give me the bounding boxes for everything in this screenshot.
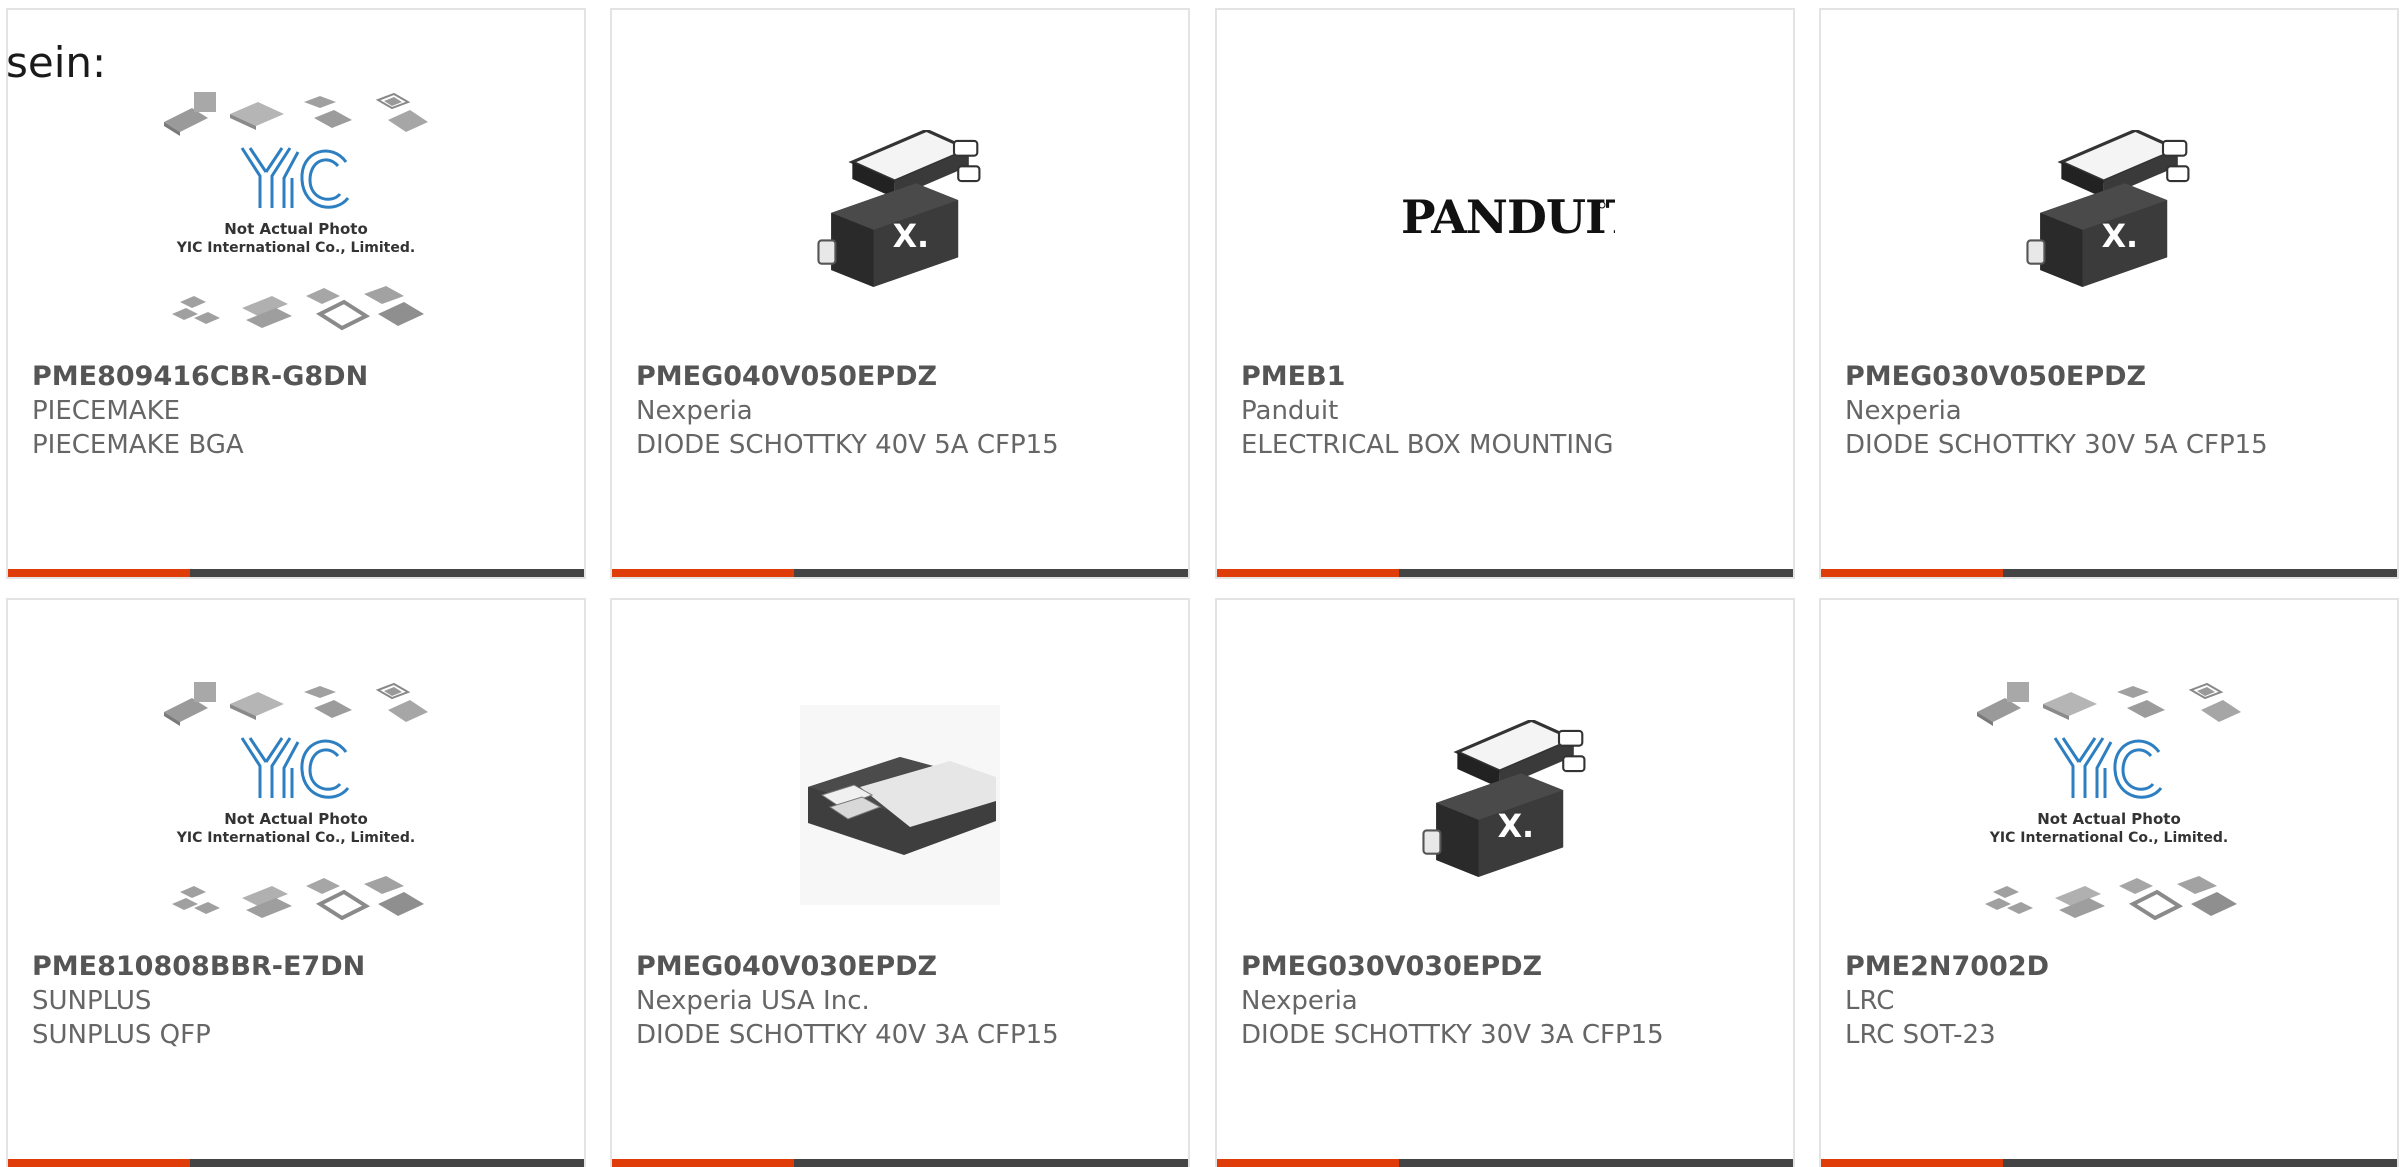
part-number[interactable]: PME809416CBR-G8DN [32, 360, 564, 394]
cfp15-package-image [800, 705, 1000, 905]
card-bottom-bar [1821, 1159, 2397, 1167]
placeholder-line1: Not Actual Photo [224, 810, 368, 828]
manufacturer: LRC [1845, 986, 1895, 1016]
part-number[interactable]: PMEG030V050EPDZ [1845, 360, 2377, 394]
card-accent-bar [612, 569, 794, 577]
nexperia-diode-image [1421, 720, 1586, 879]
description: DIODE SCHOTTKY 40V 3A CFP15 [636, 1020, 1059, 1050]
product-grid-page: sein: Not Actual Photo YIC International… [0, 0, 2400, 1167]
description: LRC SOT-23 [1845, 1020, 1996, 1050]
placeholder-line2: YIC International Co., Limited. [176, 830, 415, 846]
part-number[interactable]: PMEG040V050EPDZ [636, 360, 1168, 394]
part-number[interactable]: PME2N7002D [1845, 950, 2377, 984]
manufacturer: Nexperia USA Inc. [636, 986, 870, 1016]
placeholder-line1: Not Actual Photo [2037, 810, 2181, 828]
product-image[interactable] [612, 80, 1188, 350]
placeholder-line2: YIC International Co., Limited. [1989, 830, 2228, 846]
manufacturer: Panduit [1241, 396, 1339, 426]
card-bottom-bar [8, 569, 584, 577]
card-bottom-bar [8, 1159, 584, 1167]
yic-placeholder-image: Not Actual Photo YIC International Co., … [163, 681, 429, 920]
description: PIECEMAKE BGA [32, 430, 244, 460]
product-image[interactable]: Not Actual Photo YIC International Co., … [8, 80, 584, 350]
product-image[interactable]: Not Actual Photo YIC International Co., … [1821, 670, 2397, 940]
product-card[interactable]: PMEG030V030EPDZ Nexperia DIODE SCHOTTKY … [1215, 598, 1795, 1167]
part-number[interactable]: PME810808BBR-E7DN [32, 950, 564, 984]
card-bottom-bar [612, 1159, 1188, 1167]
panduit-logo-image: PANDUIT [1401, 190, 1615, 244]
product-card[interactable]: Not Actual Photo YIC International Co., … [6, 8, 586, 579]
description: DIODE SCHOTTKY 30V 5A CFP15 [1845, 430, 2268, 460]
manufacturer: PIECEMAKE [32, 396, 181, 426]
manufacturer: SUNPLUS [32, 986, 152, 1016]
part-number[interactable]: PMEG040V030EPDZ [636, 950, 1168, 984]
card-bottom-bar [1821, 569, 2397, 577]
product-image[interactable] [612, 670, 1188, 940]
placeholder-line1: Not Actual Photo [224, 220, 368, 238]
manufacturer: Nexperia [1845, 396, 1962, 426]
product-card[interactable]: PMEG040V050EPDZ Nexperia DIODE SCHOTTKY … [610, 8, 1190, 579]
placeholder-line2: YIC International Co., Limited. [176, 240, 415, 256]
product-card[interactable]: PANDUIT PMEB1 Panduit ELECTRICAL BOX MOU… [1215, 8, 1795, 579]
part-number[interactable]: PMEG030V030EPDZ [1241, 950, 1773, 984]
yic-placeholder-image: Not Actual Photo YIC International Co., … [1976, 681, 2242, 920]
description: DIODE SCHOTTKY 40V 5A CFP15 [636, 430, 1059, 460]
description: DIODE SCHOTTKY 30V 3A CFP15 [1241, 1020, 1664, 1050]
card-accent-bar [1217, 1159, 1399, 1167]
product-image[interactable]: Not Actual Photo YIC International Co., … [8, 670, 584, 940]
card-bottom-bar [1217, 569, 1793, 577]
manufacturer: Nexperia [1241, 986, 1358, 1016]
product-image[interactable] [1217, 670, 1793, 940]
product-card[interactable]: PMEG040V030EPDZ Nexperia USA Inc. DIODE … [610, 598, 1190, 1167]
product-card[interactable]: PMEG030V050EPDZ Nexperia DIODE SCHOTTKY … [1819, 8, 2399, 579]
intro-text: sein: [6, 38, 107, 87]
card-bottom-bar [612, 569, 1188, 577]
card-accent-bar [612, 1159, 794, 1167]
description: ELECTRICAL BOX MOUNTING [1241, 430, 1614, 460]
nexperia-diode-image [2025, 130, 2191, 289]
yic-placeholder-image: Not Actual Photo YIC International Co., … [163, 91, 429, 330]
nexperia-diode-image [816, 130, 981, 289]
card-accent-bar [1821, 569, 2003, 577]
product-card[interactable]: Not Actual Photo YIC International Co., … [6, 598, 586, 1167]
manufacturer: Nexperia [636, 396, 753, 426]
product-image[interactable] [1821, 80, 2397, 350]
card-accent-bar [8, 569, 190, 577]
card-accent-bar [1217, 569, 1399, 577]
part-number[interactable]: PMEB1 [1241, 360, 1773, 394]
description: SUNPLUS QFP [32, 1020, 211, 1050]
panduit-logo-text: PANDUIT [1401, 190, 1615, 244]
product-card[interactable]: Not Actual Photo YIC International Co., … [1819, 598, 2399, 1167]
card-accent-bar [1821, 1159, 2003, 1167]
card-bottom-bar [1217, 1159, 1793, 1167]
card-accent-bar [8, 1159, 190, 1167]
product-image[interactable]: PANDUIT [1217, 80, 1793, 350]
